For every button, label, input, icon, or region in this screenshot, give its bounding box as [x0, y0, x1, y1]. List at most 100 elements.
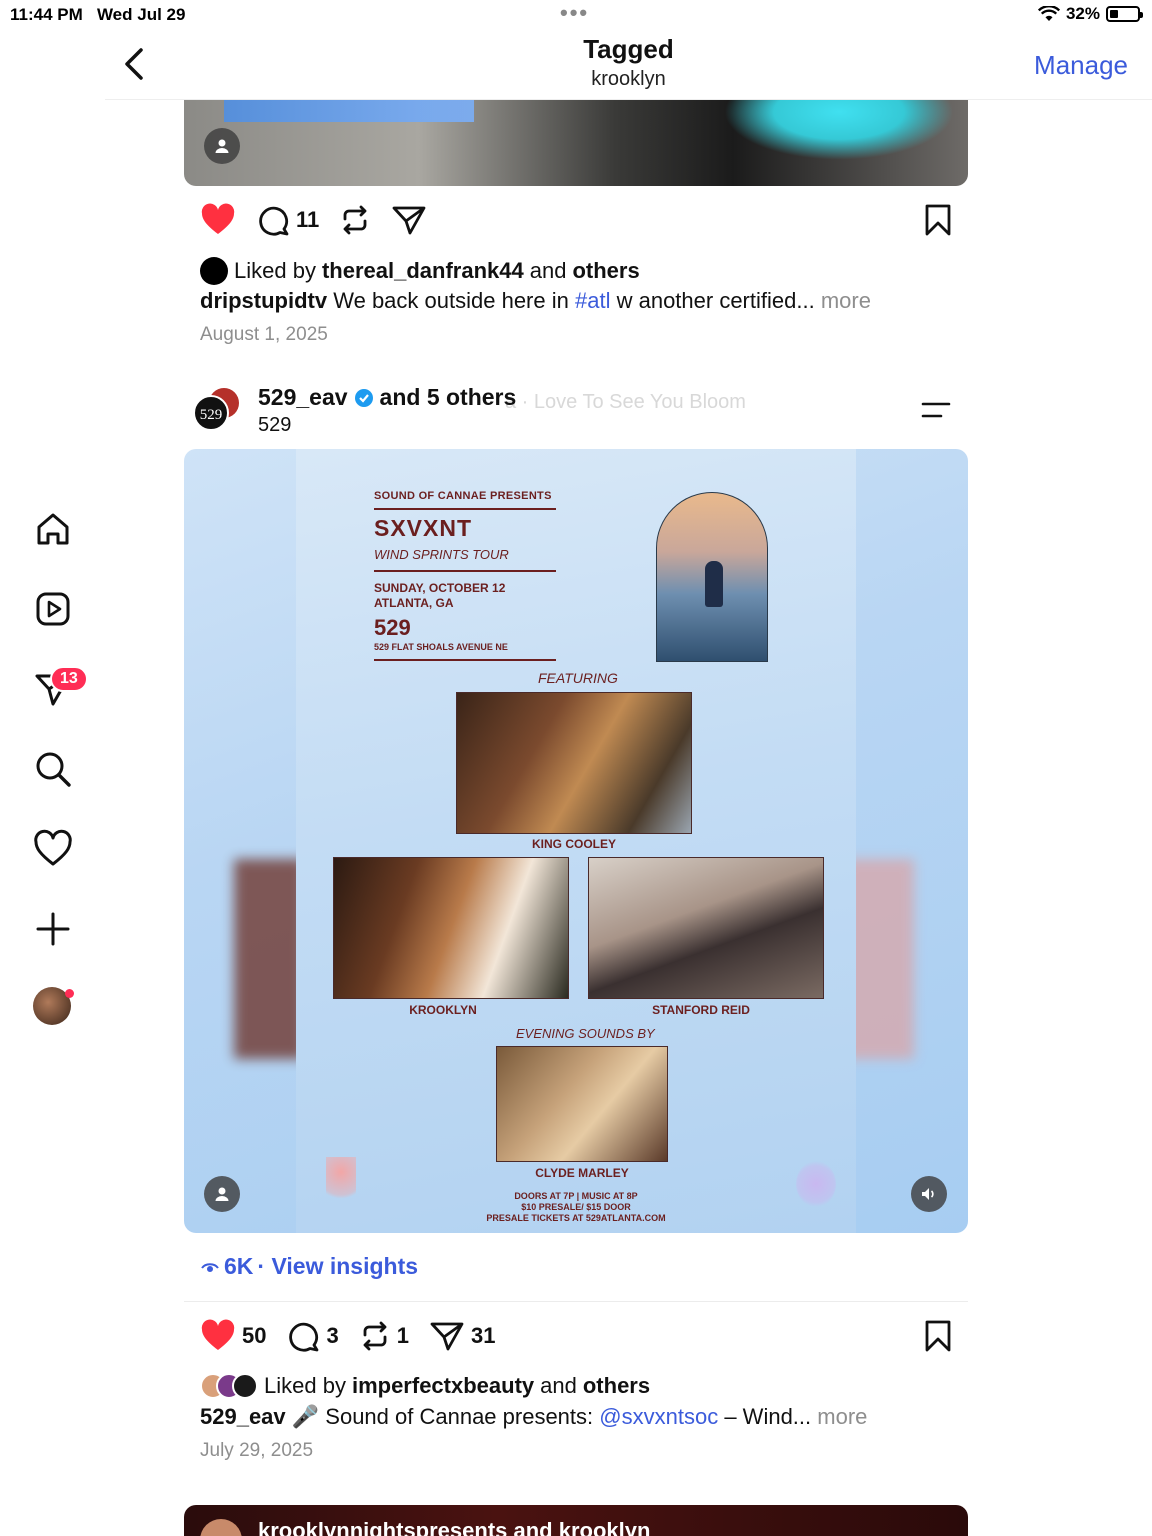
blurred-backdrop-left	[234, 859, 304, 1059]
photo-king-cooley	[456, 692, 692, 834]
bookmark-icon[interactable]	[924, 204, 952, 236]
post1-media-splash	[724, 100, 954, 160]
views-eye-icon	[201, 1262, 219, 1272]
like-button[interactable]	[200, 203, 236, 237]
speaker-icon[interactable]	[911, 1176, 947, 1212]
heart-icon[interactable]	[32, 828, 74, 870]
post2-music-ghost: a · Love To See You Bloom	[505, 391, 746, 413]
caption-more-link[interactable]: more	[817, 1404, 867, 1429]
flyer-rule	[374, 508, 556, 510]
flyer-act2-label: KROOKLYN	[409, 1003, 477, 1017]
photo-clyde-marley	[496, 1046, 668, 1162]
status-right: 32%	[1037, 4, 1143, 24]
liked-by-user[interactable]: thereal_danfrank44	[322, 258, 524, 284]
post1-media[interactable]	[184, 100, 968, 186]
flyer-act3-label: STANFORD REID	[652, 1003, 750, 1017]
status-time: 11:44 PM Wed Jul 29	[10, 5, 186, 24]
post2-collaborators[interactable]: and 5 others	[380, 384, 517, 411]
comment-icon	[289, 1322, 319, 1352]
home-icon[interactable]	[32, 508, 74, 550]
liker-avatar	[200, 257, 228, 285]
search-icon[interactable]	[32, 748, 74, 790]
post1-media-overlay-text	[224, 100, 474, 122]
post2-username[interactable]: 529_eav	[258, 384, 348, 411]
post1-liked-by[interactable]: Liked by thereal_danfrank44 and others	[200, 257, 640, 285]
caption-hashtag[interactable]: #atl	[575, 288, 610, 313]
tagged-user-icon[interactable]	[204, 128, 240, 164]
comment-icon	[259, 206, 289, 236]
post2-repost-count: 1	[396, 1323, 409, 1348]
comment-button[interactable]: 11	[256, 203, 319, 237]
flyer-act1-label: KING COOLEY	[531, 837, 616, 851]
post1-comment-count: 11	[296, 207, 320, 232]
svg-text:529: 529	[200, 407, 223, 423]
post3-media[interactable]: krooklynnightspresents and krooklyn	[184, 1505, 968, 1536]
post2-share-count: 31	[470, 1323, 496, 1348]
multitask-dots-icon[interactable]: •••	[560, 0, 589, 26]
more-options-icon[interactable]	[920, 398, 952, 422]
liker-avatar-stack	[200, 1373, 258, 1399]
liked-by-others[interactable]: others	[583, 1373, 650, 1399]
repost-icon	[343, 205, 367, 235]
liked-by-user[interactable]: imperfectxbeauty	[352, 1373, 534, 1399]
flyer-tour: WIND SPRINTS TOUR	[374, 547, 509, 562]
caption-more-link[interactable]: more	[821, 288, 871, 313]
create-plus-icon[interactable]	[32, 908, 74, 950]
profile-notification-dot	[65, 989, 74, 998]
photo-stanford-reid	[588, 857, 824, 999]
post2-liked-by[interactable]: Liked by imperfectxbeauty and others	[200, 1373, 650, 1399]
views-count: 6K	[224, 1253, 254, 1279]
liked-by-others[interactable]: others	[572, 258, 639, 284]
caption-mention[interactable]: @sxvxntsoc	[599, 1404, 718, 1429]
heart-filled-icon	[201, 1319, 235, 1350]
heart-filled-icon	[201, 203, 235, 234]
bookmark-icon[interactable]	[924, 1320, 952, 1352]
share-button[interactable]	[391, 204, 427, 236]
repost-button[interactable]: 1	[359, 1320, 409, 1352]
post2-username-row[interactable]: 529_eav and 5 others	[258, 384, 516, 411]
liked-by-prefix: Liked by	[234, 258, 316, 283]
send-icon	[430, 1322, 464, 1351]
battery-fill	[1110, 10, 1118, 18]
liked-by-and: and	[540, 1373, 577, 1398]
caption-text: 🎤 Sound of Cannae presents:	[291, 1404, 594, 1429]
post3-header-text[interactable]: krooklynnightspresents and krooklyn	[258, 1518, 650, 1536]
caption-username[interactable]: dripstupidtv	[200, 288, 327, 313]
post1-date: August 1, 2025	[200, 324, 328, 345]
caption-text-rest: w another certified...	[616, 288, 815, 313]
reels-icon[interactable]	[32, 588, 74, 630]
caption-text-rest: – Wind...	[724, 1404, 812, 1429]
flyer-featuring: FEATURING	[538, 670, 618, 686]
verified-badge-icon	[354, 388, 373, 407]
post2-avatar-stack[interactable]: 529	[192, 386, 242, 436]
repost-button[interactable]	[339, 204, 371, 236]
post3-avatar[interactable]	[200, 1519, 242, 1536]
flyer-footer: DOORS AT 7P | MUSIC AT 8P $10 PRESALE/ $1…	[486, 1191, 666, 1223]
flyer-arch-photo	[656, 492, 768, 662]
view-insights-link[interactable]: 6K · View insights	[200, 1253, 418, 1280]
post2-action-row: 50 3 1 31	[200, 1316, 960, 1356]
caption-text: We back outside here in	[333, 288, 569, 313]
flyer-address: 529 FLAT SHOALS AVENUE NE	[374, 642, 508, 652]
like-button[interactable]: 50	[200, 1319, 266, 1353]
liked-by-prefix: Liked by	[264, 1373, 346, 1398]
flyer-venue: 529	[374, 615, 411, 640]
post2-comment-count: 3	[326, 1323, 339, 1348]
caption-username[interactable]: 529_eav	[200, 1404, 286, 1429]
flyer-evening: EVENING SOUNDS BY	[516, 1026, 655, 1041]
flyer-presents: SOUND OF CANNAE PRESENTS	[374, 490, 552, 502]
flyer-date: SUNDAY, OCTOBER 12 ATLANTA, GA	[374, 581, 506, 610]
comment-button[interactable]: 3	[286, 1319, 339, 1353]
post2-caption: 529_eav 🎤 Sound of Cannae presents: @sxv…	[200, 1404, 867, 1430]
post2-media[interactable]: SOUND OF CANNAE PRESENTS SXVXNT WIND SPR…	[184, 449, 968, 1233]
share-button[interactable]: 31	[429, 1320, 495, 1352]
wifi-icon	[1037, 6, 1060, 21]
liked-by-and: and	[529, 258, 567, 283]
photo-krooklyn	[333, 857, 569, 999]
tagged-user-icon[interactable]	[204, 1176, 240, 1212]
view-insights-label: · View insights	[257, 1253, 419, 1279]
manage-button[interactable]: Manage	[1034, 50, 1128, 81]
battery-percent: 32%	[1065, 4, 1100, 23]
page-subtitle: krooklyn	[591, 68, 666, 90]
post2-location[interactable]: 529	[258, 414, 291, 437]
